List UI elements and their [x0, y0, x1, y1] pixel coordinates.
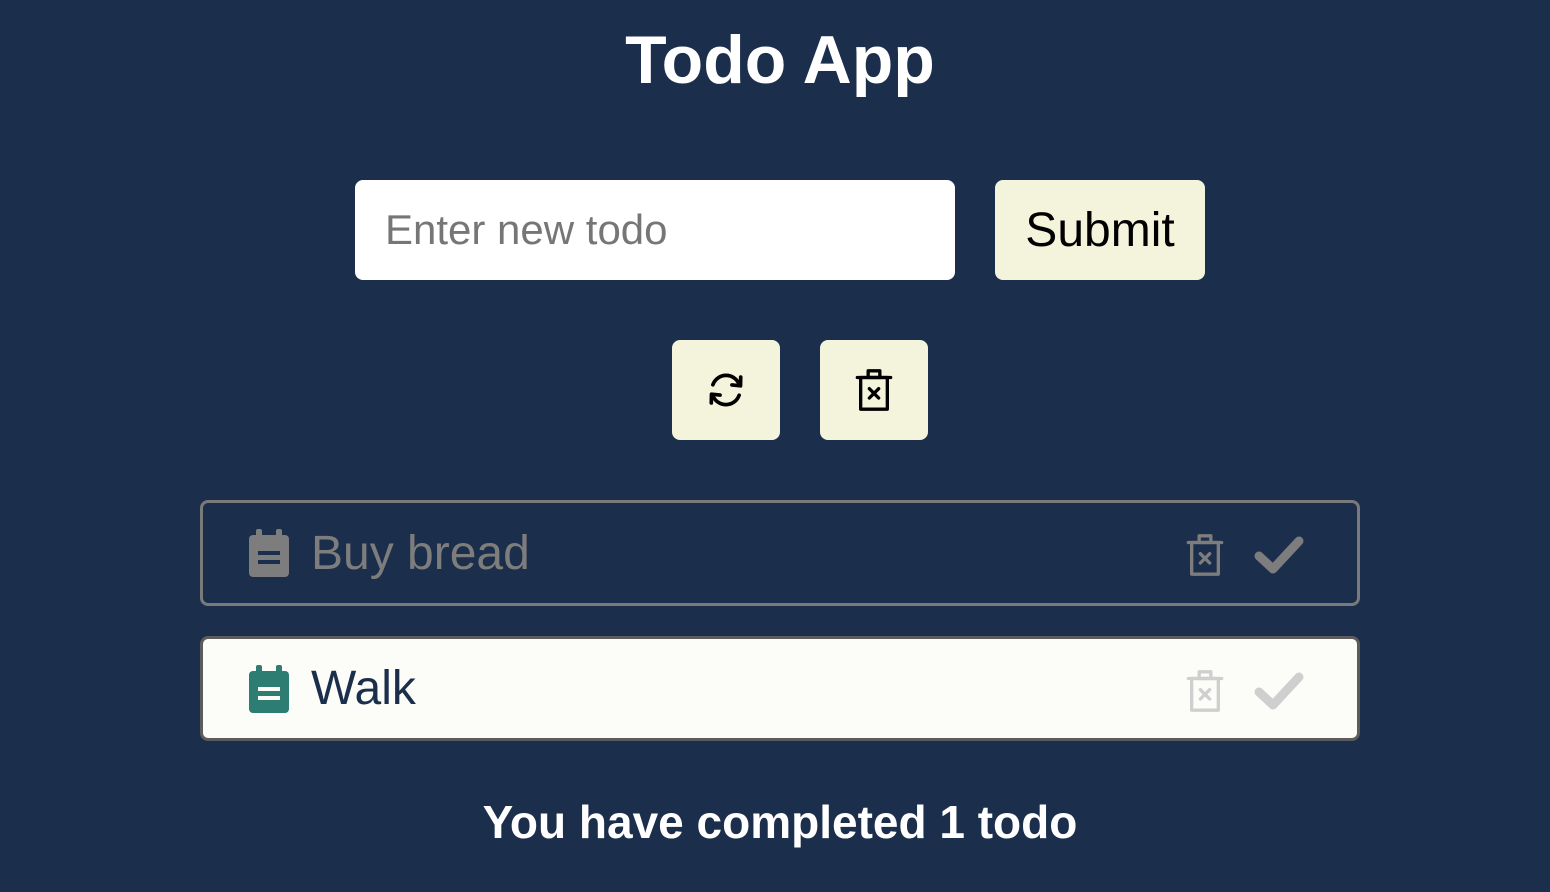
delete-all-icon	[855, 369, 893, 411]
refresh-button[interactable]	[672, 340, 780, 440]
clipboard-icon	[249, 665, 289, 713]
completed-summary: You have completed 1 todo	[482, 796, 1078, 848]
todo-label: Buy bread	[311, 526, 530, 580]
clipboard-icon	[249, 529, 289, 577]
delete-icon[interactable]	[1185, 533, 1225, 577]
delete-all-button[interactable]	[820, 340, 928, 440]
delete-icon[interactable]	[1185, 669, 1225, 713]
new-todo-input[interactable]	[355, 180, 955, 280]
todo-label: Walk	[311, 662, 416, 715]
todo-item: Buy bread	[200, 500, 1360, 606]
check-icon[interactable]	[1253, 535, 1305, 575]
check-icon[interactable]	[1253, 671, 1305, 711]
refresh-icon	[709, 373, 743, 407]
page-title: Todo App	[625, 22, 935, 98]
todo-item: Walk	[200, 636, 1360, 741]
submit-button[interactable]: Submit	[995, 180, 1205, 280]
